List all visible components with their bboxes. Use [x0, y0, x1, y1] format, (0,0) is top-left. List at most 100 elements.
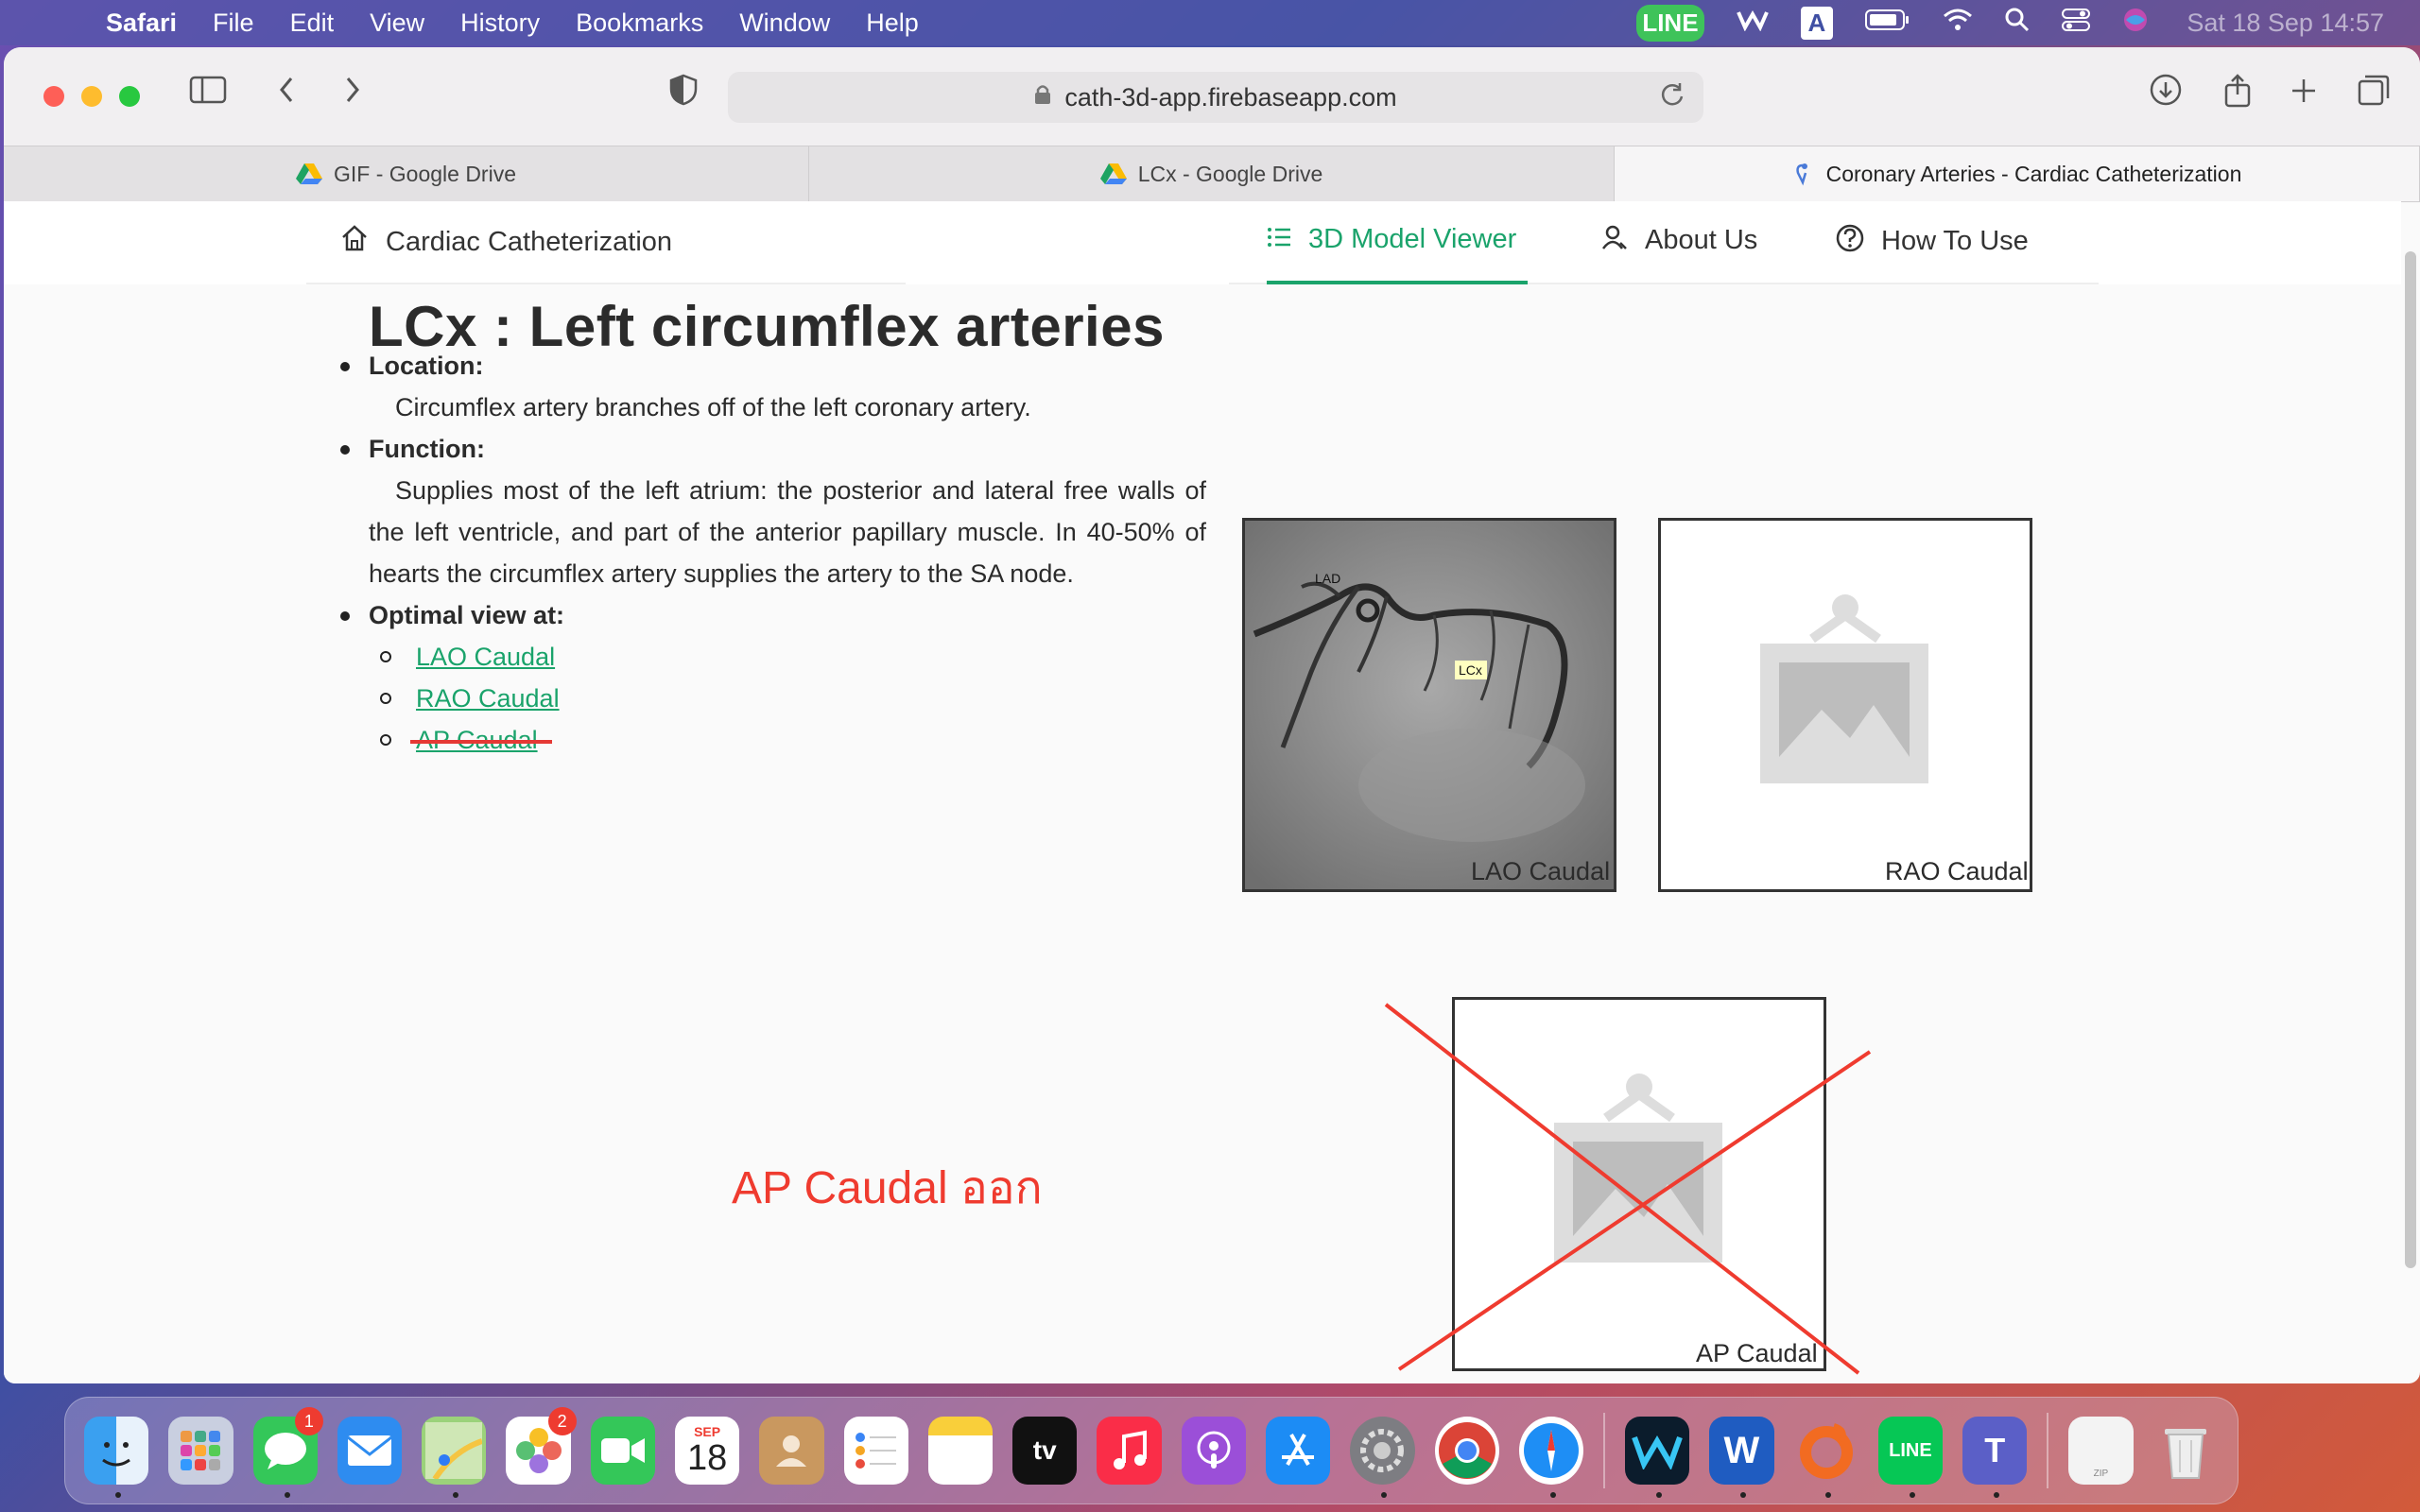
launchpad-icon[interactable] — [168, 1417, 233, 1485]
input-source-icon[interactable]: A — [1800, 6, 1834, 40]
menu-window[interactable]: Window — [739, 9, 830, 38]
nav-3d-model-viewer[interactable]: 3D Model Viewer — [1267, 224, 1516, 255]
app-store-icon[interactable] — [1265, 1417, 1331, 1485]
line-status-icon[interactable]: LINE — [1636, 4, 1704, 42]
tab-overview-icon[interactable] — [2358, 74, 2390, 114]
photos-badge: 2 — [547, 1407, 577, 1435]
running-indicator — [1909, 1492, 1915, 1498]
lcx-label: LCx — [1459, 662, 1482, 678]
lao-caudal-caption: LAO Caudal — [1471, 857, 1611, 885]
google-drive-icon — [1099, 163, 1127, 184]
menu-edit[interactable]: Edit — [290, 9, 335, 38]
forward-icon[interactable] — [342, 74, 363, 113]
new-tab-icon[interactable] — [2290, 74, 2318, 113]
sidebar-toggle-icon[interactable] — [189, 74, 227, 113]
brand-label: Cardiac Catheterization — [386, 226, 673, 257]
lock-icon — [1034, 84, 1051, 111]
siri-icon[interactable] — [2122, 7, 2149, 40]
control-center-icon[interactable] — [2062, 8, 2091, 39]
system-preferences-icon[interactable] — [1350, 1417, 1415, 1498]
menu-file[interactable]: File — [213, 9, 254, 38]
notes-icon[interactable] — [927, 1417, 994, 1485]
podcasts-icon[interactable] — [1181, 1417, 1246, 1485]
rao-caudal-image[interactable] — [1658, 518, 2032, 892]
menu-help[interactable]: Help — [866, 9, 919, 38]
zoom-window-button[interactable] — [119, 86, 140, 107]
running-indicator — [1549, 1492, 1556, 1498]
tab-label: Coronary Arteries - Cardiac Catheterizat… — [1825, 161, 2242, 186]
share-icon[interactable] — [2223, 74, 2252, 116]
webex-icon[interactable] — [1624, 1417, 1690, 1498]
function-heading: Function: — [340, 428, 1206, 470]
site-navbar: Cardiac Catheterization 3D Model Viewer … — [4, 201, 2401, 284]
tab-coronary-arteries[interactable]: Coronary Arteries - Cardiac Catheterizat… — [1615, 146, 2420, 201]
chrome-icon[interactable] — [1434, 1417, 1499, 1485]
trash-icon[interactable] — [2153, 1417, 2218, 1485]
line-app-icon[interactable]: LINE — [1877, 1417, 1944, 1498]
mail-icon[interactable] — [337, 1417, 403, 1485]
view-item-lao: LAO Caudal — [380, 636, 1206, 678]
facetime-icon[interactable] — [590, 1417, 655, 1485]
nav-about-us[interactable]: About Us — [1601, 224, 1757, 257]
dock-separator — [1603, 1413, 1605, 1488]
calendar-icon[interactable]: SEP 18 — [674, 1417, 740, 1485]
function-text: Supplies most of the left atrium: the po… — [369, 476, 1206, 588]
webex-status-icon[interactable] — [1736, 9, 1769, 38]
menu-app-safari[interactable]: Safari — [106, 9, 177, 38]
address-bar[interactable]: cath-3d-app.firebaseapp.com — [728, 72, 1703, 123]
lao-caudal-link[interactable]: LAO Caudal — [416, 643, 555, 671]
back-icon[interactable] — [276, 74, 297, 113]
safari-icon[interactable] — [1518, 1417, 1584, 1498]
view-item-ap: AP Caudal — [380, 719, 1206, 761]
running-indicator — [284, 1492, 290, 1498]
apple-tv-icon[interactable]: tv — [1012, 1417, 1078, 1485]
battery-icon[interactable] — [1865, 9, 1910, 38]
teams-icon[interactable]: T — [1962, 1417, 2028, 1498]
messages-icon[interactable]: 1 — [252, 1407, 323, 1498]
spotlight-search-icon[interactable] — [2005, 8, 2030, 39]
reminders-icon[interactable] — [843, 1417, 908, 1485]
menu-bookmarks[interactable]: Bookmarks — [576, 9, 703, 38]
close-window-button[interactable] — [43, 86, 64, 107]
reload-icon[interactable] — [1660, 81, 1685, 114]
url-text: cath-3d-app.firebaseapp.com — [1064, 82, 1397, 112]
zip-label: ZIP — [2093, 1469, 2109, 1479]
calendar-month: SEP — [694, 1424, 721, 1439]
menu-bar: Safari File Edit View History Bookmarks … — [0, 0, 2420, 45]
tab-label: LCx - Google Drive — [1137, 161, 1323, 186]
menu-view[interactable]: View — [370, 9, 424, 38]
downloads-icon[interactable] — [2150, 74, 2182, 114]
nav-label: How To Use — [1881, 226, 2029, 256]
nav-label: About Us — [1645, 225, 1758, 255]
finder-icon[interactable] — [84, 1417, 149, 1498]
origin-icon[interactable] — [1794, 1417, 1858, 1498]
running-indicator — [453, 1492, 459, 1498]
nav-how-to-use[interactable]: How To Use — [1836, 224, 2029, 259]
tab-gif-google-drive[interactable]: GIF - Google Drive — [4, 146, 809, 201]
zip-file-icon[interactable]: ZIP — [2068, 1417, 2134, 1485]
menubar-clock[interactable]: Sat 18 Sep 14:57 — [2187, 9, 2384, 38]
red-x-annotation — [1384, 1003, 1872, 1375]
teams-t-glyph: T — [1984, 1431, 2006, 1469]
minimize-window-button[interactable] — [81, 86, 102, 107]
dock-separator — [2047, 1413, 2049, 1488]
page-scrollbar[interactable] — [2405, 251, 2416, 1268]
photos-icon[interactable]: 2 — [506, 1407, 577, 1485]
contacts-icon[interactable] — [759, 1417, 824, 1485]
brand-link[interactable]: Cardiac Catheterization — [340, 224, 672, 260]
running-indicator — [1994, 1492, 2000, 1498]
handwritten-annotation: AP Caudal ออก — [732, 1163, 1043, 1213]
lao-caudal-image[interactable]: LAD LCx — [1242, 518, 1616, 892]
maps-icon[interactable] — [422, 1417, 487, 1498]
user-icon — [1601, 224, 1628, 257]
privacy-shield-icon[interactable] — [669, 74, 698, 114]
music-icon[interactable] — [1097, 1417, 1162, 1485]
strikethrough-annotation — [410, 740, 552, 744]
wifi-icon[interactable] — [1943, 8, 1973, 39]
rao-caudal-link[interactable]: RAO Caudal — [416, 684, 560, 713]
menu-history[interactable]: History — [460, 9, 540, 38]
running-indicator — [1824, 1492, 1831, 1498]
list-icon — [1267, 225, 1291, 255]
word-icon[interactable]: W — [1709, 1417, 1774, 1498]
tab-lcx-google-drive[interactable]: LCx - Google Drive — [809, 146, 1615, 201]
